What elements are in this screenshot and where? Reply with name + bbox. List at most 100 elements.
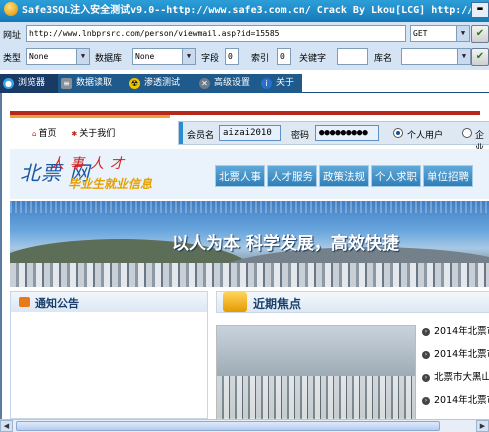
radio-company[interactable]	[462, 128, 472, 138]
go-button[interactable]: ✔	[471, 25, 489, 43]
chevron-down-icon: ▼	[182, 49, 195, 64]
nav-item-recruit[interactable]: 单位招聘	[423, 165, 473, 187]
url-input[interactable]: http://www.lnbprsrc.com/person/viewmail.…	[26, 25, 406, 42]
arrow-icon: ›	[422, 397, 430, 405]
tab-label: 渗透测试	[144, 78, 181, 88]
radiation-icon: ☢	[129, 78, 140, 89]
field-input[interactable]: 0	[225, 48, 239, 65]
news-item[interactable]: › 2014年北票市	[422, 325, 489, 348]
toolbar: 网址 http://www.lnbprsrc.com/person/viewma…	[0, 22, 489, 70]
radio-personal-label: 个人用户	[407, 131, 444, 141]
app-logo-icon	[4, 2, 18, 16]
tab-pentest[interactable]: ☢ 渗透测试	[126, 74, 196, 93]
site-main-nav: 北票人事 人才服务 政策法规 个人求职 单位招聘	[215, 165, 475, 187]
nav-item-talent-service[interactable]: 人才服务	[267, 165, 317, 187]
password-input[interactable]: ●●●●●●●●●	[315, 125, 379, 141]
banner-pattern	[10, 201, 489, 213]
db-value: None	[135, 52, 155, 61]
news-list: › 2014年北票市 › 2014年北票市 › 北票市大黑山 › 2014年北票市	[422, 325, 489, 417]
field-label: 字段	[201, 54, 220, 64]
home-icon: ⌂	[32, 130, 37, 138]
dbname-select[interactable]: ▼	[401, 48, 471, 65]
info-icon: i	[261, 78, 272, 89]
app-title-bar: Safe3SQL注入安全测试v9.0--http://www.safe3.com…	[0, 0, 489, 22]
site-logo-accent: 人事人才	[50, 156, 130, 172]
notice-panel: 通知公告	[10, 291, 208, 419]
focus-header: 近期焦点	[216, 291, 489, 313]
news-item[interactable]: › 2014年北票市	[422, 348, 489, 371]
login-accent	[179, 122, 183, 144]
method-select[interactable]: GET ▼	[410, 25, 470, 42]
login-form: 会员名 aizai2010 密码 ●●●●●●●●● 个人用户 企业	[178, 121, 489, 154]
arrow-icon: ›	[422, 328, 430, 336]
about-link[interactable]: ✱ 关于我们	[71, 129, 121, 139]
arrow-icon: ›	[422, 374, 430, 382]
database-icon: ≡	[61, 78, 72, 89]
keyword-input[interactable]	[337, 48, 368, 65]
member-input[interactable]: aizai2010	[219, 125, 281, 141]
site-logo-subtitle: 毕业生就业信息	[68, 177, 153, 191]
focus-title: 近期焦点	[253, 297, 302, 311]
home-link[interactable]: ⌂ 首页	[32, 129, 62, 139]
scroll-right-button[interactable]: ▶	[476, 420, 489, 432]
news-item-title: 北票市大黑山	[434, 372, 489, 383]
scrollbar-thumb[interactable]	[16, 421, 440, 431]
tab-label: 高级设置	[214, 78, 251, 88]
tab-bar: ● 浏览器 ≡ 数据读取 ☢ 渗透测试 ✕ 高级设置 i 关于	[0, 74, 489, 93]
type-label: 类型	[3, 54, 22, 64]
tab-browser[interactable]: ● 浏览器	[0, 74, 58, 93]
horizontal-scrollbar[interactable]: ◀ ▶	[0, 419, 489, 432]
type-select[interactable]: None ▼	[26, 48, 90, 65]
news-photo[interactable]	[216, 325, 416, 419]
index-input[interactable]: 0	[277, 48, 291, 65]
about-link-label: 关于我们	[79, 129, 116, 139]
hero-banner: 以人为本 科学发展，高效快捷	[10, 201, 489, 287]
banner-city	[10, 263, 489, 287]
news-item-title: 2014年北票市	[434, 326, 489, 337]
tab-label: 浏览器	[18, 78, 46, 88]
type-value: None	[29, 52, 49, 61]
method-value: GET	[413, 29, 428, 38]
arrow-icon: ›	[422, 351, 430, 359]
photo-buildings	[217, 376, 415, 419]
chevron-down-icon: ▼	[457, 49, 470, 64]
check-icon: ✔	[475, 51, 485, 62]
radio-personal[interactable]	[393, 128, 403, 138]
news-item[interactable]: › 2014年北票市	[422, 394, 489, 417]
chevron-down-icon: ▼	[76, 49, 89, 64]
site-header: 北票 网 人事人才 毕业生就业信息 北票人事 人才服务 政策法规 个人求职 单位招聘	[10, 149, 489, 199]
site-top-nav: ⌂ 首页 ✱ 关于我们	[32, 126, 127, 139]
tab-advanced[interactable]: ✕ 高级设置	[196, 74, 258, 93]
notice-header: 通知公告	[11, 292, 207, 312]
tab-data-read[interactable]: ≡ 数据读取	[58, 74, 126, 93]
news-item[interactable]: › 北票市大黑山	[422, 371, 489, 394]
tab-label: 数据读取	[76, 78, 113, 88]
chevron-left-icon: ◀	[3, 422, 10, 430]
member-label: 会员名	[187, 131, 215, 141]
check-icon: ✔	[475, 28, 485, 39]
inject-button[interactable]: ✔	[471, 48, 489, 66]
star-icon: ✱	[71, 130, 78, 138]
minimize-button[interactable]: ▬	[471, 2, 489, 18]
divider	[10, 115, 170, 118]
app-title: Safe3SQL注入安全测试v9.0--http://www.safe3.com…	[22, 5, 489, 16]
notice-title: 通知公告	[35, 297, 79, 310]
nav-item-beipiao-hr[interactable]: 北票人事	[215, 165, 265, 187]
tab-about[interactable]: i 关于	[258, 74, 302, 93]
db-label: 数据库	[95, 54, 123, 64]
focus-icon	[223, 292, 247, 312]
banner-slogan: 以人为本 科学发展，高效快捷	[172, 234, 399, 254]
globe-icon: ●	[3, 78, 14, 89]
chevron-down-icon: ▼	[456, 26, 469, 41]
index-label: 索引	[251, 54, 270, 64]
notice-icon	[19, 297, 30, 307]
nav-item-policy[interactable]: 政策法规	[319, 165, 369, 187]
dbname-label: 库名	[374, 54, 393, 64]
scroll-left-button[interactable]: ◀	[0, 420, 13, 432]
tools-icon: ✕	[199, 78, 210, 89]
keyword-label: 关键字	[299, 54, 327, 64]
news-item-title: 2014年北票市	[434, 395, 489, 406]
db-select[interactable]: None ▼	[132, 48, 196, 65]
nav-item-job-seek[interactable]: 个人求职	[371, 165, 421, 187]
url-label: 网址	[3, 31, 22, 41]
